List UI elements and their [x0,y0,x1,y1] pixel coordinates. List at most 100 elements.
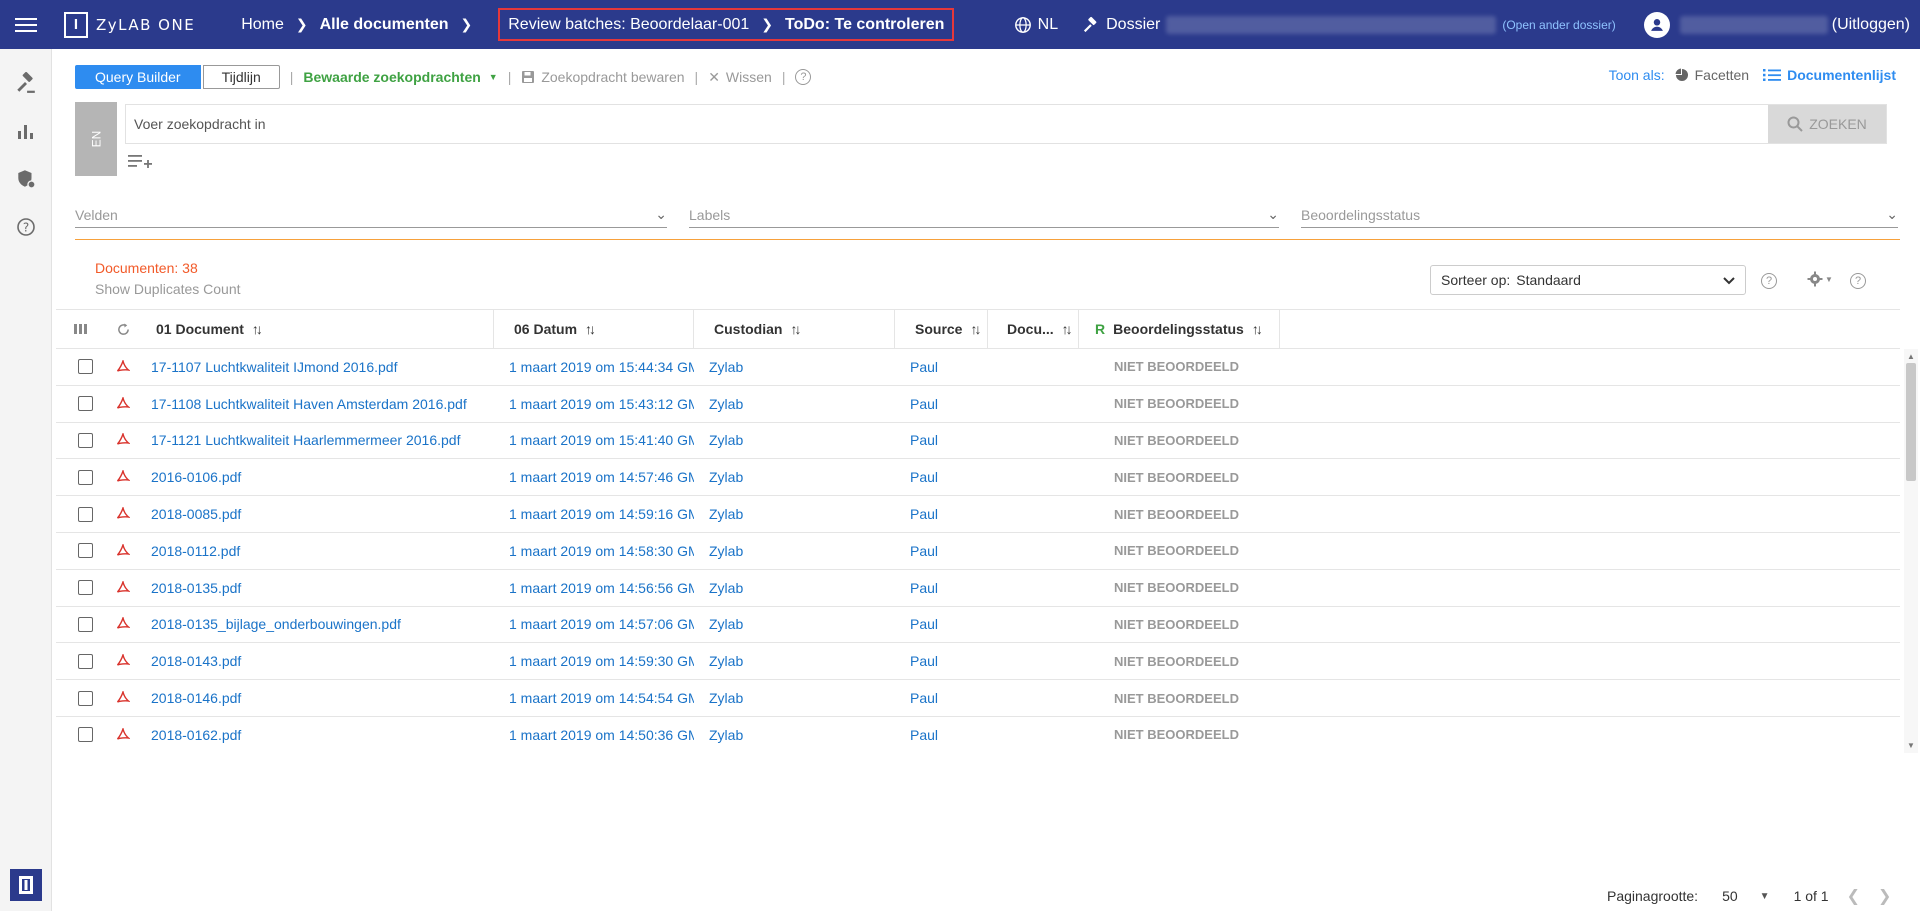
show-duplicates-count-link[interactable]: Show Duplicates Count [95,281,241,297]
gavel-nav-icon[interactable] [0,59,52,107]
row-checkbox[interactable] [56,469,104,485]
custodian-value[interactable]: Zylab [694,653,895,669]
custodian-value[interactable]: Zylab [694,543,895,559]
next-page-icon[interactable]: ❯ [1878,886,1891,906]
breadcrumb-review-batch[interactable]: Review batches: Beoordelaar-001 [508,16,749,34]
help-icon[interactable]: ? [795,69,812,85]
row-checkbox[interactable] [56,616,104,632]
column-settings-menu[interactable]: ▼ [1807,271,1833,287]
row-checkbox[interactable] [56,543,104,559]
row-checkbox[interactable] [56,727,104,743]
language-selector[interactable]: NL [1014,16,1058,34]
document-date[interactable]: 1 maart 2019 om 14:59:16 GM... [494,506,694,522]
sort-arrows-icon[interactable]: ↑↓ [790,321,801,337]
caret-down-icon[interactable]: ▼ [1760,891,1770,902]
table-row[interactable]: 17-1107 Luchtkwaliteit IJmond 2016.pdf 1 … [56,349,1900,386]
document-date[interactable]: 1 maart 2019 om 15:43:12 GM... [494,396,694,412]
page-size-select[interactable]: 50 [1722,888,1738,904]
review-status-filter-dropdown[interactable]: Beoordelingsstatus ⌄ [1301,202,1898,228]
document-date[interactable]: 1 maart 2019 om 14:57:06 GM... [494,616,694,632]
row-checkbox[interactable] [56,359,104,375]
table-row[interactable]: 2018-0112.pdf 1 maart 2019 om 14:58:30 GM… [56,533,1900,570]
table-row[interactable]: 2018-0146.pdf 1 maart 2019 om 14:54:54 GM… [56,680,1900,717]
sort-help-icon[interactable]: ? [1761,273,1777,289]
table-row[interactable]: 2018-0143.pdf 1 maart 2019 om 14:59:30 GM… [56,643,1900,681]
document-name-link[interactable]: 2018-0085.pdf [142,506,494,522]
saved-searches-dropdown[interactable]: Bewaarde zoekopdrachten ▼ [303,69,497,85]
source-value[interactable]: Paul [895,653,988,669]
source-value[interactable]: Paul [895,543,988,559]
document-date[interactable]: 1 maart 2019 om 14:57:46 GM... [494,469,694,485]
add-query-row-icon[interactable] [128,153,152,172]
row-checkbox[interactable] [56,506,104,522]
source-value[interactable]: Paul [895,616,988,632]
source-value[interactable]: Paul [895,396,988,412]
breadcrumb-all-documents[interactable]: Alle documenten [320,16,449,34]
table-row[interactable]: 17-1108 Luchtkwaliteit Haven Amsterdam 2… [56,386,1900,423]
document-name-link[interactable]: 17-1108 Luchtkwaliteit Haven Amsterdam 2… [142,396,494,412]
sort-arrows-icon[interactable]: ↑↓ [1252,321,1263,337]
clear-button[interactable]: ✕ Wissen [708,69,772,86]
menu-icon[interactable] [0,0,52,49]
save-search-button[interactable]: Zoekopdracht bewaren [521,69,685,85]
source-value[interactable]: Paul [895,727,988,743]
breadcrumb-todo[interactable]: ToDo: Te controleren [785,16,944,34]
row-checkbox[interactable] [56,690,104,706]
column-header-docu[interactable]: Docu... ↑↓ [988,309,1079,349]
row-checkbox[interactable] [56,653,104,669]
search-input[interactable] [126,116,1768,132]
document-name-link[interactable]: 2018-0143.pdf [142,653,494,669]
search-button[interactable]: ZOEKEN [1768,105,1886,143]
document-date[interactable]: 1 maart 2019 om 14:54:54 GM... [494,690,694,706]
document-name-link[interactable]: 17-1121 Luchtkwaliteit Haarlemmermeer 20… [142,432,494,448]
scroll-down-arrow-icon[interactable]: ▼ [1907,741,1915,750]
column-header-document[interactable]: 01 Document ↑↓ [142,309,494,349]
document-date[interactable]: 1 maart 2019 om 14:50:36 GM... [494,727,694,743]
document-date[interactable]: 1 maart 2019 om 14:58:30 GM... [494,543,694,559]
custodian-value[interactable]: Zylab [694,432,895,448]
custodian-value[interactable]: Zylab [694,396,895,412]
zylab-logo-icon[interactable] [10,869,42,901]
timeline-button[interactable]: Tijdlijn [202,65,280,89]
table-row[interactable]: 2018-0135.pdf 1 maart 2019 om 14:56:56 GM… [56,570,1900,607]
dossier-selector[interactable]: Dossier [1082,15,1497,34]
query-builder-button[interactable]: Query Builder [75,65,201,89]
document-name-link[interactable]: 2018-0162.pdf [142,727,494,743]
source-value[interactable]: Paul [895,690,988,706]
fields-filter-dropdown[interactable]: Velden ⌄ [75,202,667,228]
sort-arrows-icon[interactable]: ↑↓ [252,321,263,337]
facets-view-toggle[interactable]: Facetten [1675,67,1749,83]
custodian-value[interactable]: Zylab [694,359,895,375]
document-date[interactable]: 1 maart 2019 om 14:56:56 GM... [494,580,694,596]
logout-link[interactable]: (Uitloggen) [1832,16,1910,34]
table-row[interactable]: 2016-0106.pdf 1 maart 2019 om 14:57:46 GM… [56,459,1900,497]
column-header-review-status[interactable]: R Beoordelingsstatus ↑↓ [1079,309,1280,349]
column-header-source[interactable]: Source ↑↓ [895,309,988,349]
source-value[interactable]: Paul [895,469,988,485]
open-other-dossier-link[interactable]: (Open ander dossier) [1502,18,1615,32]
column-header-custodian[interactable]: Custodian ↑↓ [694,309,895,349]
document-name-link[interactable]: 2016-0106.pdf [142,469,494,485]
custodian-value[interactable]: Zylab [694,690,895,706]
table-row[interactable]: 2018-0135_bijlage_onderbouwingen.pdf 1 ma… [56,607,1900,644]
help-icon[interactable]: ? [0,203,52,251]
sort-arrows-icon[interactable]: ↑↓ [970,321,981,337]
source-value[interactable]: Paul [895,506,988,522]
document-date[interactable]: 1 maart 2019 om 15:44:34 GM... [494,359,694,375]
source-value[interactable]: Paul [895,432,988,448]
custodian-value[interactable]: Zylab [694,506,895,522]
user-avatar-icon[interactable] [1643,11,1670,38]
refresh-icon[interactable] [104,309,142,349]
table-scrollbar[interactable]: ▲ ▼ [1904,349,1918,753]
custodian-value[interactable]: Zylab [694,469,895,485]
scroll-up-arrow-icon[interactable]: ▲ [1907,352,1915,361]
row-checkbox[interactable] [56,432,104,448]
previous-page-icon[interactable]: ❮ [1847,886,1860,906]
document-date[interactable]: 1 maart 2019 om 14:59:30 GM... [494,653,694,669]
breadcrumb-home[interactable]: Home [241,16,284,34]
row-checkbox[interactable] [56,580,104,596]
column-header-date[interactable]: 06 Datum ↑↓ [494,309,694,349]
document-name-link[interactable]: 2018-0146.pdf [142,690,494,706]
bar-chart-icon[interactable] [0,107,52,155]
document-name-link[interactable]: 17-1107 Luchtkwaliteit IJmond 2016.pdf [142,359,494,375]
